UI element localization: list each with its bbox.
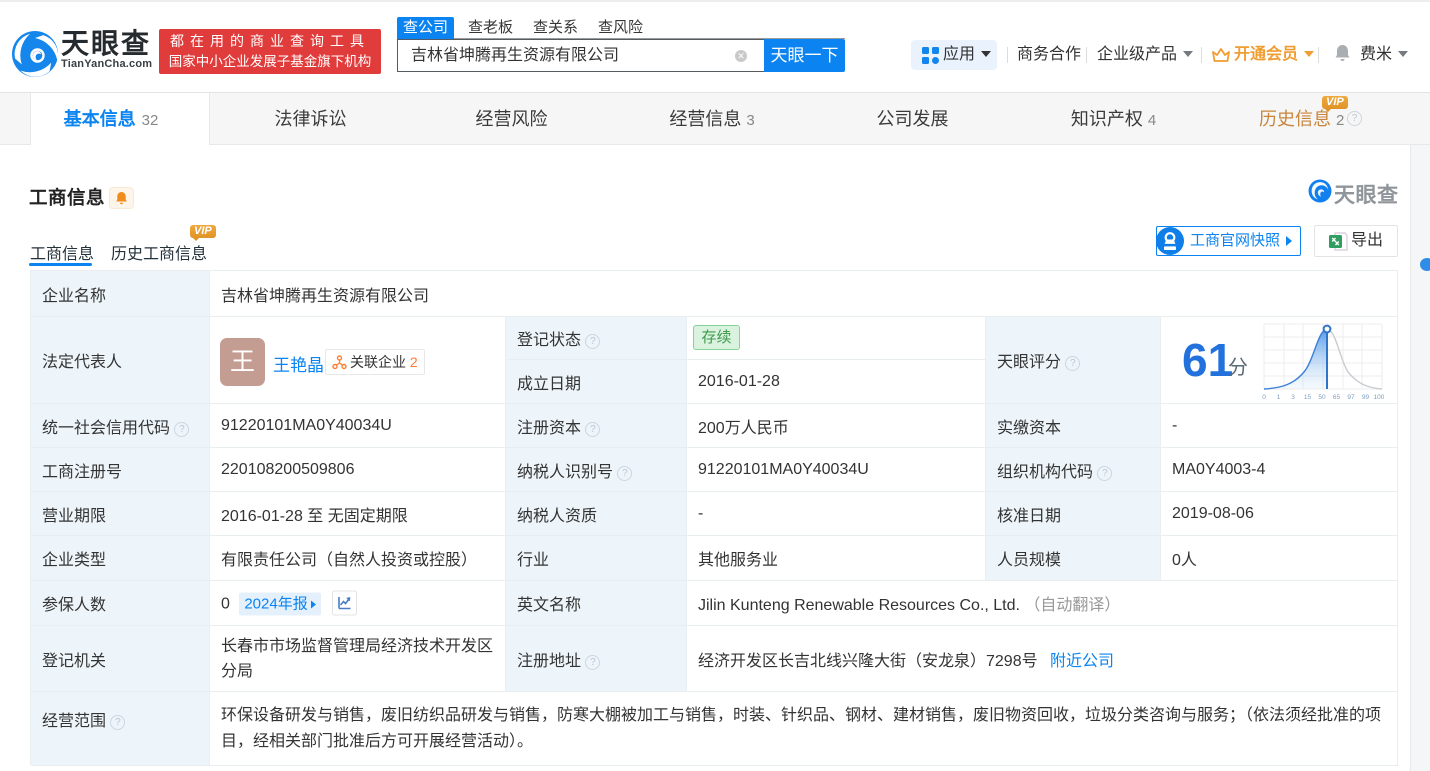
svg-text:100: 100: [1374, 394, 1384, 401]
svg-text:0: 0: [1262, 394, 1266, 401]
svg-text:99: 99: [1362, 394, 1370, 401]
svg-text:1: 1: [1277, 394, 1281, 401]
svg-text:65: 65: [1333, 394, 1341, 401]
svg-text:50: 50: [1318, 394, 1326, 401]
svg-text:15: 15: [1304, 394, 1312, 401]
svg-text:97: 97: [1347, 394, 1355, 401]
svg-text:3: 3: [1291, 394, 1295, 401]
